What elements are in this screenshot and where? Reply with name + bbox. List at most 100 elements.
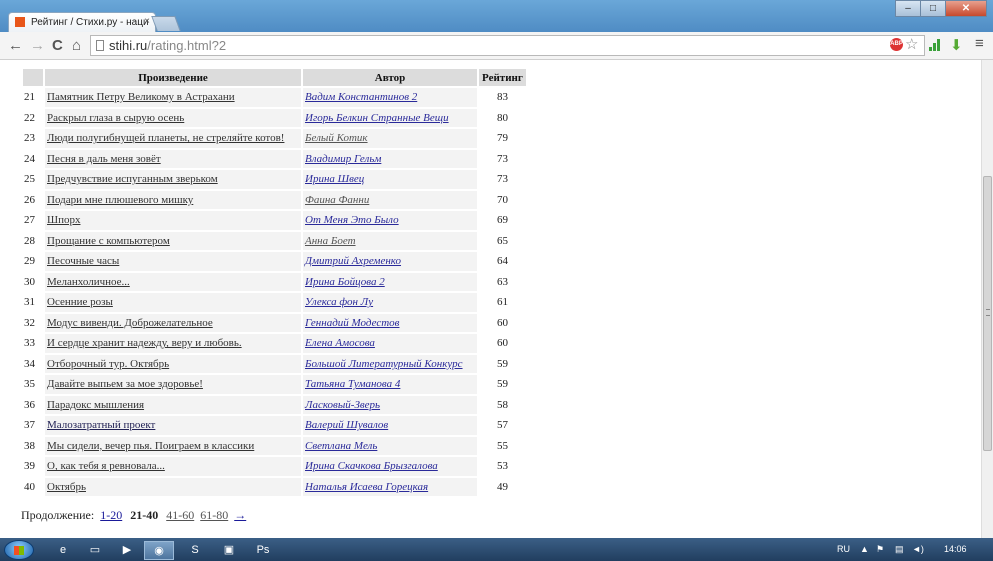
browser-tab[interactable]: Рейтинг / Стихи.ру - наци × (8, 12, 156, 32)
rating-table: Произведение Автор Рейтинг 21 Памятник Пе… (21, 67, 528, 498)
download-arrow-icon[interactable]: ⬇ (950, 36, 963, 54)
home-icon[interactable]: ⌂ (72, 37, 81, 54)
work-link[interactable]: Мы сидели, вечер пья. Поиграем в классик… (47, 440, 254, 452)
new-tab-button[interactable] (151, 16, 181, 31)
row-number: 33 (24, 337, 35, 350)
signal-bars-icon[interactable] (929, 39, 941, 51)
author-cell: Валерий Шувалов (303, 416, 477, 435)
back-arrow-icon[interactable]: ← (8, 37, 23, 54)
author-link[interactable]: Геннадий Модестов (305, 317, 399, 329)
browser-menu-icon[interactable]: ≡ (975, 35, 984, 52)
row-number: 37 (24, 419, 35, 432)
media-player-icon[interactable]: ▶ (112, 541, 142, 560)
work-link[interactable]: О, как тебя я ревновала... (47, 460, 165, 472)
author-link[interactable]: Ласковый-Зверь (305, 399, 380, 411)
forward-arrow-icon[interactable]: → (30, 37, 45, 54)
explorer-folder-icon[interactable]: ▭ (80, 541, 110, 560)
work-link[interactable]: Предчувствие испуганным зверьком (47, 173, 218, 185)
work-link[interactable]: Песня в даль меня зовёт (47, 153, 161, 165)
author-link[interactable]: Наталья Исаева Горецкая (305, 481, 428, 493)
work-link[interactable]: Люди полугибнущей планеты, не стреляйте … (47, 132, 284, 144)
table-row: 30 Меланхоличное... Ирина Бойцова 2 63 (23, 272, 526, 291)
network-tray-icon[interactable]: ▤ (895, 544, 904, 555)
author-link[interactable]: Дмитрий Ахременко (305, 255, 401, 267)
author-cell: От Меня Это Было (303, 211, 477, 230)
vertical-scrollbar[interactable] (981, 60, 993, 538)
author-link[interactable]: Елена Амосова (305, 337, 375, 349)
adblock-icon[interactable]: ABP (890, 38, 903, 51)
work-link[interactable]: Отборочный тур. Октябрь (47, 358, 169, 370)
work-link[interactable]: Парадокс мышления (47, 399, 144, 411)
app-window-icon[interactable]: ▣ (214, 541, 244, 560)
work-link[interactable]: Памятник Петру Великому в Астрахани (47, 91, 235, 103)
pager-link-1-20[interactable]: 1-20 (100, 508, 122, 522)
start-button[interactable] (4, 540, 34, 560)
minimize-button[interactable]: – (895, 0, 921, 17)
skype-icon[interactable]: S (180, 541, 210, 560)
chrome-icon[interactable]: ◉ (144, 541, 174, 560)
url-host: stihi.ru (109, 38, 148, 53)
work-link[interactable]: Модус вивенди. Доброжелательное (47, 317, 213, 329)
tab-close-icon[interactable]: × (144, 16, 150, 27)
work-link[interactable]: Давайте выпьем за мое здоровье! (47, 378, 203, 390)
work-link[interactable]: Раскрыл глаза в сырую осень (47, 112, 184, 124)
work-link[interactable]: Октябрь (47, 481, 86, 493)
work-link[interactable]: Песочные часы (47, 255, 119, 267)
close-window-button[interactable]: ✕ (945, 0, 987, 17)
author-cell: Фаина Фанни (303, 190, 477, 209)
rating-score: 60 (496, 337, 508, 350)
pager-link-41-60[interactable]: 41-60 (166, 508, 194, 522)
author-link[interactable]: Владимир Гельм (305, 153, 381, 165)
clock[interactable]: 14:06 (944, 544, 967, 554)
pagination: Продолжение: 1-20 21-40 41-60 61-80 → (21, 508, 246, 523)
row-number: 24 (24, 152, 35, 165)
work-link[interactable]: И сердце хранит надежду, веру и любовь. (47, 337, 242, 349)
pager-label: Продолжение: (21, 508, 95, 522)
author-link[interactable]: Белый Котик (305, 132, 368, 144)
author-link[interactable]: Вадим Константинов 2 (305, 91, 417, 103)
window-titlebar: Рейтинг / Стихи.ру - наци × – □ ✕ (0, 0, 993, 32)
author-link[interactable]: Светлана Мель (305, 440, 377, 452)
work-link[interactable]: Малозатратный проект (47, 419, 155, 431)
table-row: 39 О, как тебя я ревновала... Ирина Скачко… (23, 457, 526, 476)
reload-icon[interactable]: C (52, 37, 63, 54)
ie-icon[interactable]: e (48, 541, 78, 560)
table-row: 33 И сердце хранит надежду, веру и любовь… (23, 334, 526, 353)
tray-expand-icon[interactable]: ▲ (860, 544, 869, 554)
scrollbar-thumb[interactable] (983, 176, 992, 451)
author-link[interactable]: Большой Литературный Конкурс (305, 358, 463, 370)
author-link[interactable]: Улекса фон Лу (305, 296, 373, 308)
work-cell: Давайте выпьем за мое здоровье! (45, 375, 301, 394)
pager-next-arrow-icon[interactable]: → (234, 508, 246, 522)
table-row: 28 Прощание с компьютером Анна Боет 65 (23, 231, 526, 250)
work-link[interactable]: Шпорх (47, 214, 80, 226)
author-link[interactable]: От Меня Это Было (305, 214, 399, 226)
pager-current: 21-40 (130, 508, 159, 522)
author-cell: Наталья Исаева Горецкая (303, 477, 477, 496)
bookmark-star-icon[interactable]: ☆ (905, 35, 918, 53)
author-link[interactable]: Ирина Бойцова 2 (305, 276, 385, 288)
work-link[interactable]: Осенние розы (47, 296, 113, 308)
author-link[interactable]: Игорь Белкин Странные Вещи (305, 112, 449, 124)
author-link[interactable]: Анна Боет (305, 235, 356, 247)
header-number (23, 69, 43, 86)
photoshop-icon[interactable]: Ps (248, 541, 278, 560)
table-row: 29 Песочные часы Дмитрий Ахременко 64 (23, 252, 526, 271)
author-link[interactable]: Валерий Шувалов (305, 419, 388, 431)
author-link[interactable]: Татьяна Туманова 4 (305, 378, 400, 390)
work-cell: Прощание с компьютером (45, 231, 301, 250)
work-link[interactable]: Меланхоличное... (47, 276, 130, 288)
work-link[interactable]: Прощание с компьютером (47, 235, 170, 247)
author-link[interactable]: Ирина Швец (305, 173, 364, 185)
table-row: 34 Отборочный тур. Октябрь Большой Литерат… (23, 354, 526, 373)
flag-tray-icon[interactable]: ⚑ (876, 544, 884, 555)
author-link[interactable]: Ирина Скачкова Брызгалова (305, 460, 438, 472)
table-row: 38 Мы сидели, вечер пья. Поиграем в класс… (23, 436, 526, 455)
maximize-button[interactable]: □ (920, 0, 946, 17)
author-link[interactable]: Фаина Фанни (305, 194, 369, 206)
language-indicator[interactable]: RU (837, 544, 850, 554)
pager-link-61-80[interactable]: 61-80 (200, 508, 228, 522)
work-link[interactable]: Подари мне плюшевого мишку (47, 194, 193, 206)
address-bar[interactable]: stihi.ru/rating.html?2 (90, 35, 925, 56)
volume-tray-icon[interactable]: ◄) (912, 544, 924, 554)
